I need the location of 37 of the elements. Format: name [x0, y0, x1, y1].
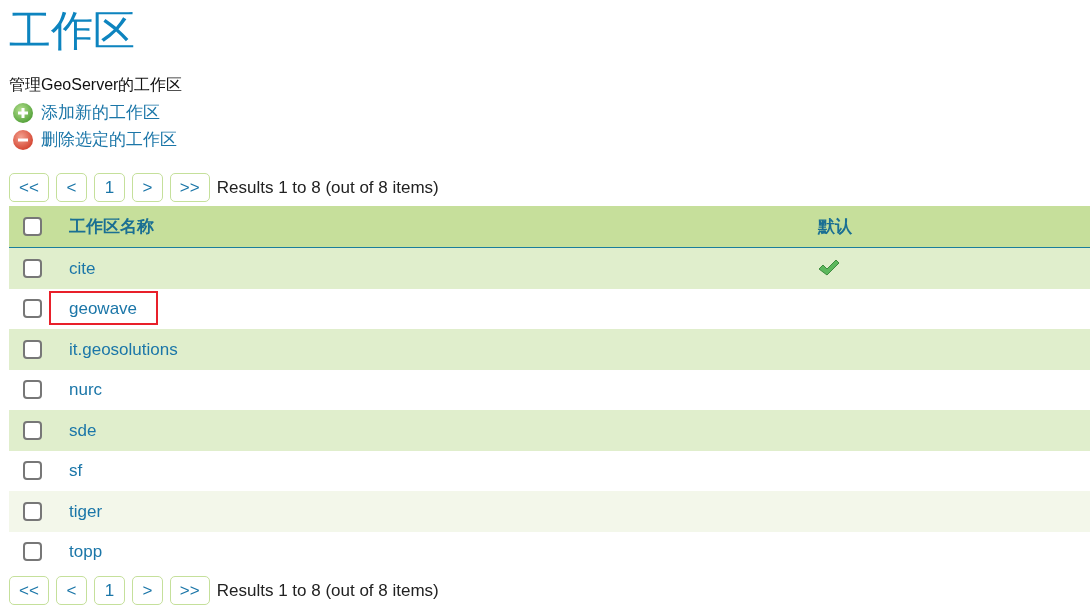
results-summary: Results 1 to 8 (out of 8 items) — [216, 176, 439, 199]
pager-button[interactable]: << — [9, 576, 49, 605]
pager-button[interactable]: < — [55, 576, 87, 605]
checkbox[interactable] — [22, 258, 42, 278]
pager-button[interactable]: > — [131, 173, 163, 202]
page-description: 管理GeoServer的工作区 — [9, 75, 184, 95]
workspace-link[interactable]: it.geosolutions — [69, 336, 178, 362]
workspace-link[interactable]: topp — [69, 539, 103, 565]
plus-circle-icon — [13, 102, 33, 123]
pager-button[interactable]: << — [9, 173, 49, 202]
minus-circle-icon — [13, 129, 33, 150]
results-summary: Results 1 to 8 (out of 8 items) — [216, 579, 439, 602]
pager-button[interactable]: > — [131, 576, 163, 605]
pager-button[interactable]: >> — [169, 576, 210, 605]
pager-button[interactable]: < — [55, 173, 87, 202]
checkbox[interactable] — [22, 542, 42, 562]
pager-button[interactable]: 1 — [93, 173, 125, 202]
workspace-link[interactable]: geowave — [69, 296, 138, 322]
workspace-link[interactable]: sf — [69, 458, 83, 484]
workspace-link[interactable]: tiger — [69, 498, 103, 524]
checkbox[interactable] — [22, 339, 42, 359]
checkbox[interactable] — [22, 217, 42, 236]
column-header: 默认 — [818, 216, 852, 236]
workspace-link[interactable]: nurc — [69, 377, 103, 403]
page-title: 工作区 — [9, 6, 136, 56]
action-link[interactable]: 删除选定的工作区 — [41, 129, 177, 150]
column-header: 工作区名称 — [69, 216, 154, 236]
workspace-link[interactable]: cite — [69, 255, 96, 281]
checkbox[interactable] — [22, 461, 42, 481]
pager-button[interactable]: >> — [169, 173, 210, 202]
pager-button[interactable]: 1 — [93, 576, 125, 605]
checkbox[interactable] — [22, 501, 42, 521]
checkbox[interactable] — [22, 299, 42, 319]
action-link[interactable]: 添加新的工作区 — [41, 102, 160, 123]
workspace-link[interactable]: sde — [69, 417, 97, 443]
checkbox[interactable] — [22, 420, 42, 440]
checkbox[interactable] — [22, 380, 42, 400]
